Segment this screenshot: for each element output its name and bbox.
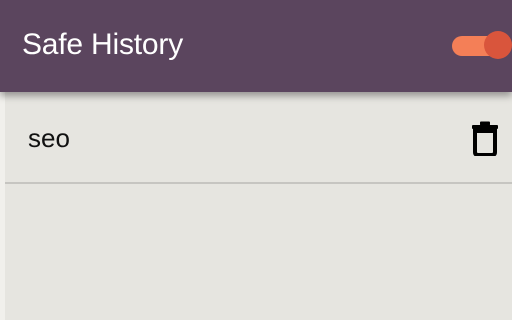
app-title: Safe History xyxy=(22,28,183,61)
safe-history-toggle[interactable] xyxy=(452,31,512,61)
trash-icon xyxy=(472,121,498,156)
history-list: seo xyxy=(5,92,512,184)
history-item-label: seo xyxy=(28,123,70,153)
safe-history-popup: Safe History seo xyxy=(0,0,512,320)
toggle-knob xyxy=(484,31,512,59)
list-item: seo xyxy=(5,92,512,184)
app-header: Safe History xyxy=(0,0,512,92)
delete-item-button[interactable] xyxy=(470,120,500,156)
